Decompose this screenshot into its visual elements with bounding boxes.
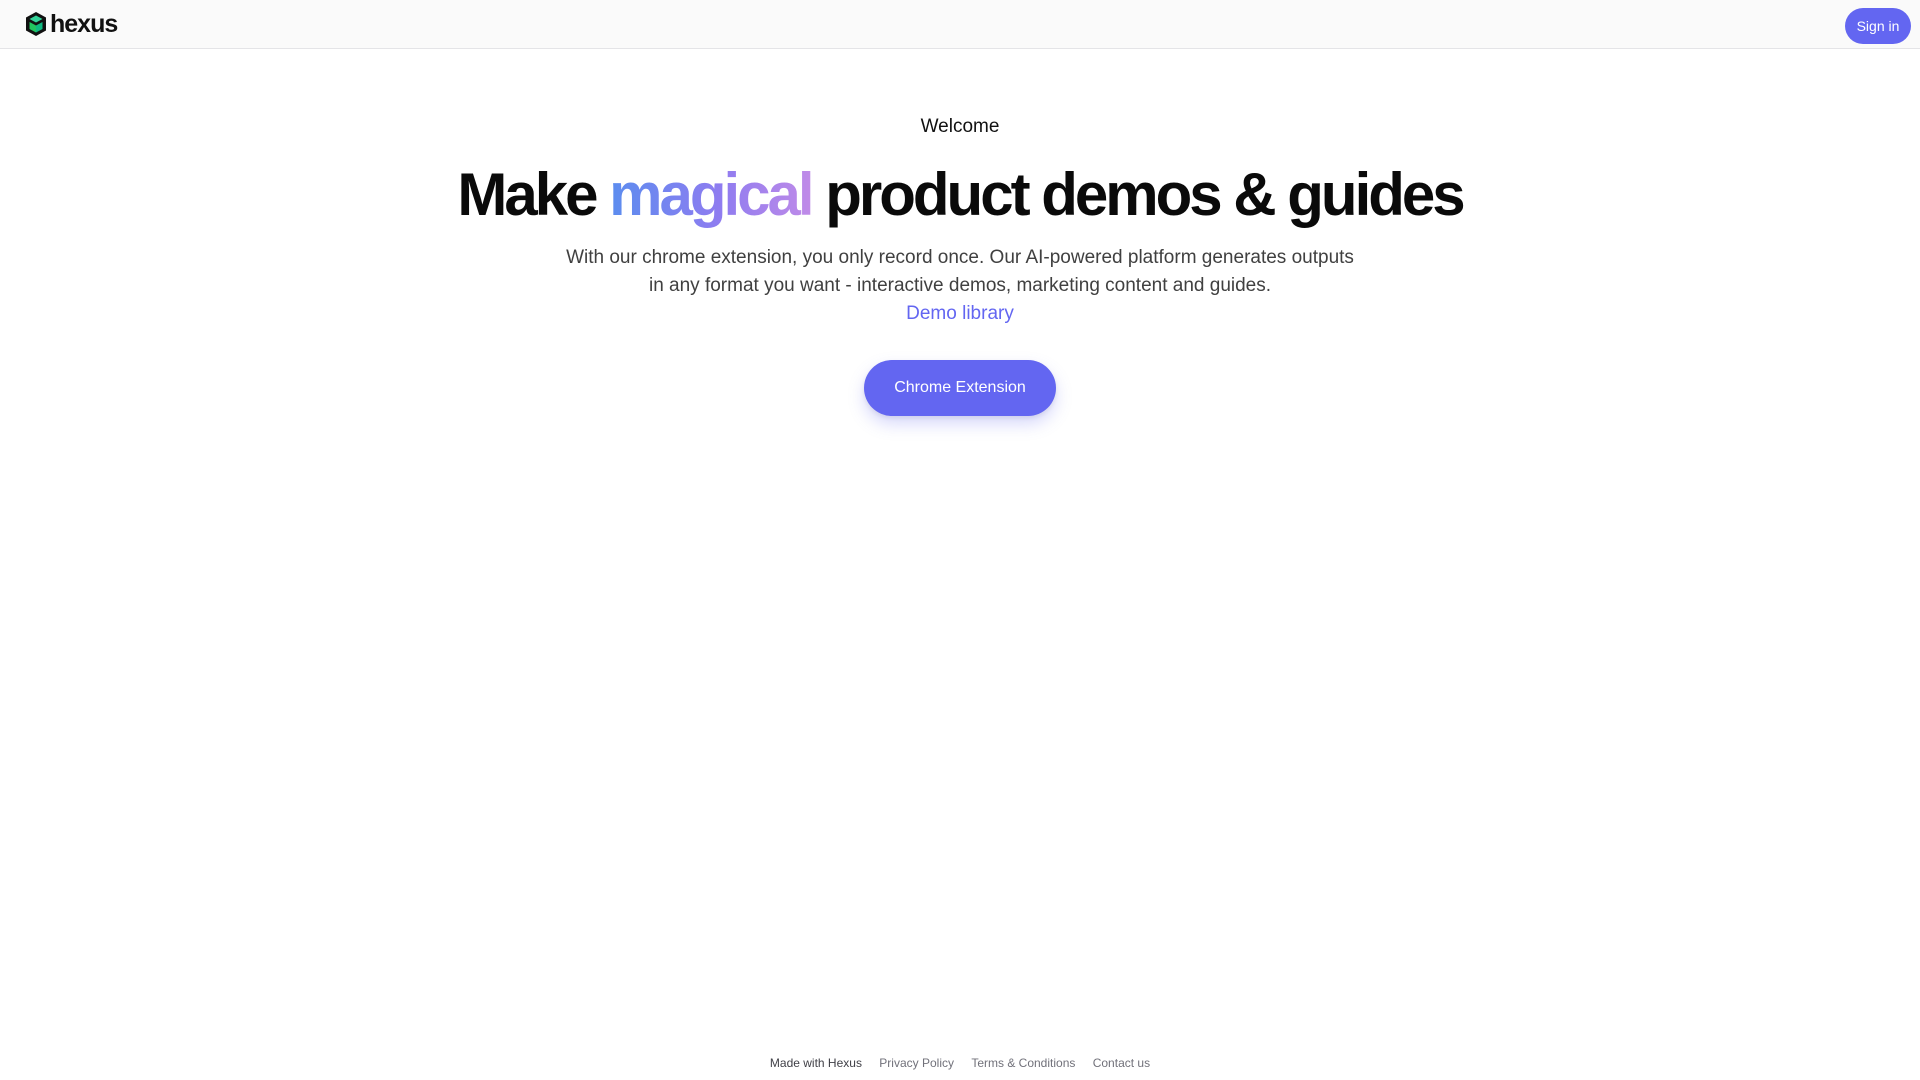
footer: Made with Hexus Privacy Policy Terms & C…	[0, 1055, 1920, 1071]
headline-start: Make	[457, 161, 610, 228]
hexus-logo[interactable]: hexus	[24, 10, 118, 38]
made-with-hexus: Made with Hexus	[769, 1056, 862, 1070]
chrome-extension-button[interactable]: Chrome Extension	[864, 360, 1056, 416]
hexus-logo-icon	[24, 11, 48, 37]
page-title: Make magical product demos & guides	[0, 160, 1920, 230]
page: hexus Sign in Welcome Make magical produ…	[0, 0, 1920, 1080]
sign-in-button[interactable]: Sign in	[1845, 8, 1911, 44]
contact-us-link[interactable]: Contact us	[1093, 1055, 1150, 1071]
top-header: hexus Sign in	[0, 0, 1920, 49]
hero-description: With our chrome extension, you only reco…	[566, 247, 1354, 296]
hero-section: Welcome Make magical product demos & gui…	[0, 110, 1920, 416]
welcome-text: Welcome	[920, 116, 1000, 137]
terms-conditions-link[interactable]: Terms & Conditions	[971, 1055, 1075, 1071]
demo-library-link[interactable]: Demo library	[906, 300, 1014, 328]
logo-text: hexus	[50, 10, 118, 38]
headline-accent: magical	[609, 161, 814, 228]
headline-end: product demos & guides	[811, 161, 1465, 228]
privacy-policy-link[interactable]: Privacy Policy	[879, 1055, 954, 1071]
cta-container: Chrome Extension	[0, 360, 1920, 416]
